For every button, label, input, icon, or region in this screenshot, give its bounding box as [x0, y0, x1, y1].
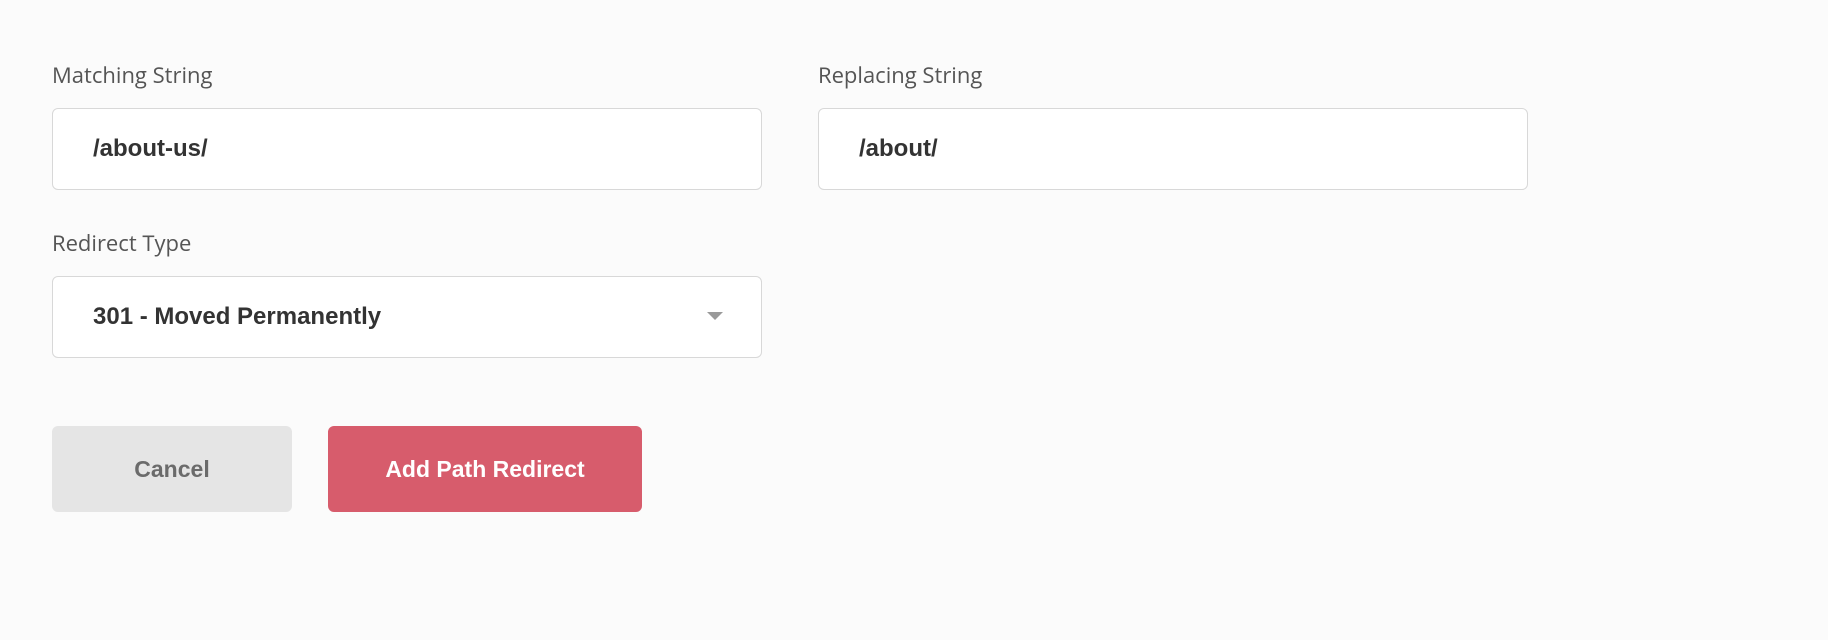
add-path-redirect-button[interactable]: Add Path Redirect: [328, 426, 642, 512]
replacing-string-input[interactable]: [818, 108, 1528, 190]
redirect-type-label: Redirect Type: [52, 228, 762, 258]
redirect-type-group: Redirect Type 301 - Moved Permanently: [52, 228, 762, 358]
cancel-button[interactable]: Cancel: [52, 426, 292, 512]
matching-string-group: Matching String: [52, 60, 762, 190]
spacer: [818, 228, 1528, 358]
replacing-string-label: Replacing String: [818, 60, 1528, 90]
matching-string-label: Matching String: [52, 60, 762, 90]
replacing-string-group: Replacing String: [818, 60, 1528, 190]
matching-string-input[interactable]: [52, 108, 762, 190]
button-row: Cancel Add Path Redirect: [52, 426, 1776, 512]
redirect-type-select[interactable]: 301 - Moved Permanently: [52, 276, 762, 358]
